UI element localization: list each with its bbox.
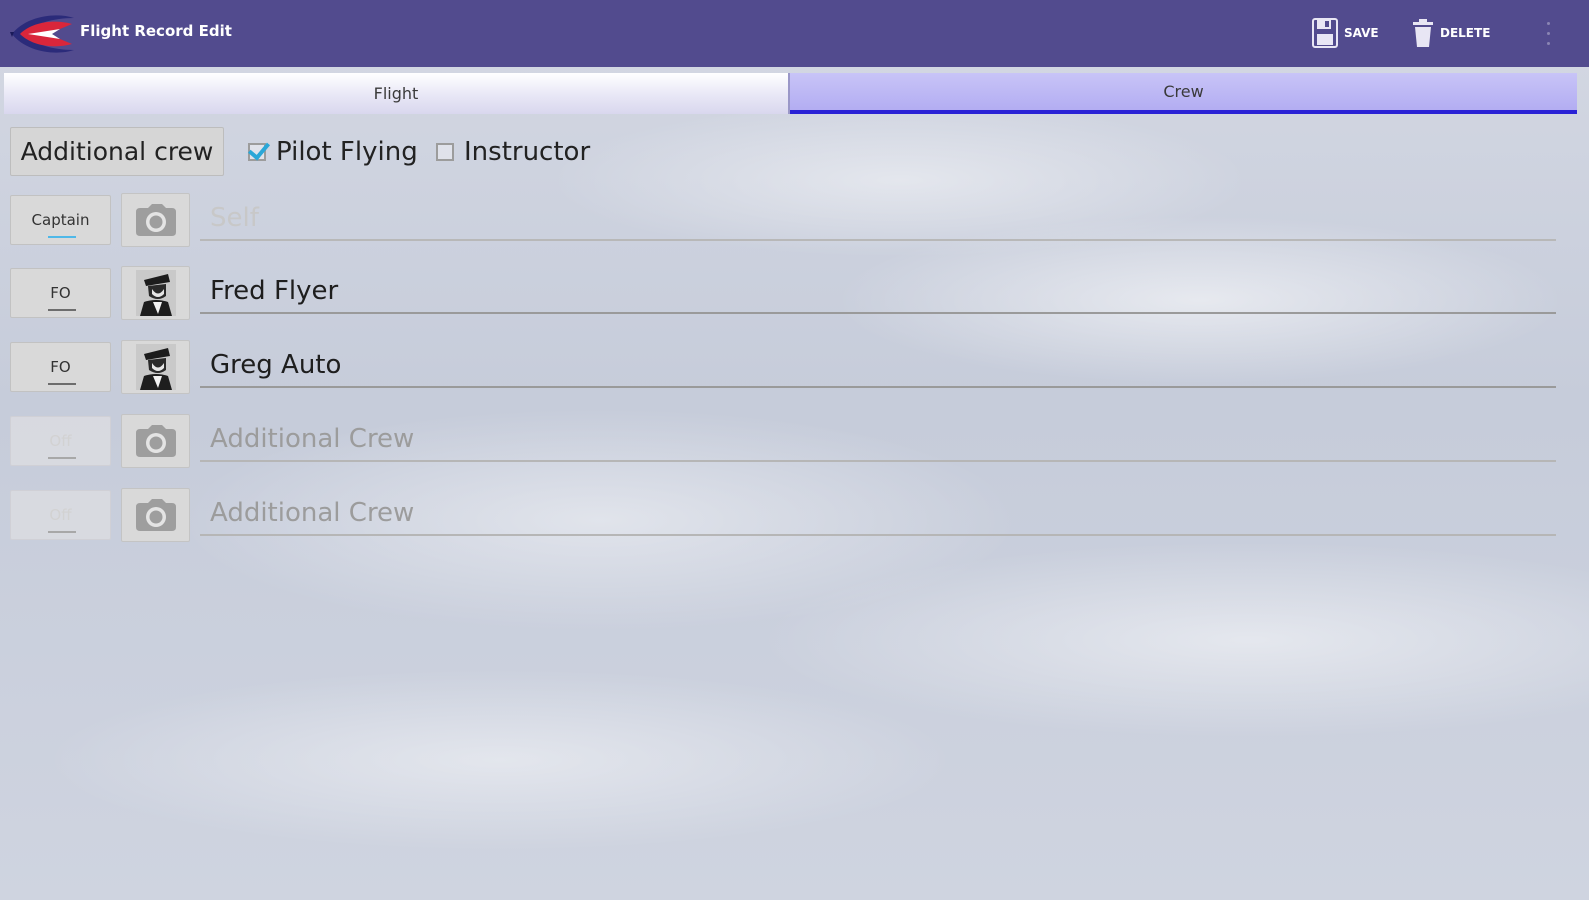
tab-crew[interactable]: Crew <box>790 73 1577 114</box>
crew-name-field[interactable]: Additional Crew <box>200 418 1556 462</box>
save-button[interactable]: SAVE <box>1312 16 1379 50</box>
crew-photo-button[interactable] <box>121 266 190 320</box>
role-label: FO <box>50 358 71 376</box>
toggle-indicator <box>48 309 76 311</box>
crew-photo-button[interactable] <box>121 414 190 468</box>
app-logo-icon[interactable] <box>8 10 78 56</box>
save-label: SAVE <box>1344 26 1379 40</box>
crew-photo-button[interactable] <box>121 340 190 394</box>
instructor-label: Instructor <box>464 137 591 167</box>
instructor-checkbox[interactable]: Instructor <box>436 135 590 169</box>
overflow-menu-icon[interactable] <box>1540 18 1556 48</box>
action-bar: Flight Record Edit SAVE DELETE <box>0 0 1589 67</box>
checkbox-unchecked-icon <box>436 143 454 161</box>
crew-row: FO Fred Flyer <box>10 266 1570 320</box>
tab-bar: Flight Crew <box>0 67 1589 115</box>
crew-name-field[interactable]: Fred Flyer <box>200 270 1556 314</box>
role-toggle-button[interactable]: FO <box>10 342 111 392</box>
crew-row: Captain Self <box>10 193 1570 247</box>
crew-name-field[interactable]: Greg Auto <box>200 344 1556 388</box>
role-toggle-button[interactable]: Off <box>10 416 111 466</box>
role-label: Off <box>49 432 72 450</box>
toggle-indicator <box>48 236 76 238</box>
camera-icon <box>135 499 176 531</box>
pilot-portrait-icon <box>135 270 176 316</box>
tab-flight[interactable]: Flight <box>4 73 790 114</box>
camera-icon <box>135 204 176 236</box>
crew-row: Off Additional Crew <box>10 414 1570 468</box>
camera-icon <box>135 425 176 457</box>
crew-name-placeholder: Self <box>210 203 259 233</box>
toggle-indicator <box>48 457 76 459</box>
crew-name-placeholder: Additional Crew <box>210 498 415 528</box>
role-toggle-button[interactable]: FO <box>10 268 111 318</box>
additional-crew-button[interactable]: Additional crew <box>10 127 224 176</box>
crew-row: Off Additional Crew <box>10 488 1570 542</box>
delete-button[interactable]: DELETE <box>1412 16 1490 50</box>
role-label: Captain <box>31 211 90 229</box>
crew-name-field[interactable]: Self <box>200 197 1556 241</box>
crew-photo-button[interactable] <box>121 488 190 542</box>
checkbox-checked-icon <box>248 143 266 161</box>
crew-photo-button[interactable] <box>121 193 190 247</box>
crew-name-value: Fred Flyer <box>210 276 339 306</box>
trash-icon <box>1413 19 1433 47</box>
toggle-indicator <box>48 531 76 533</box>
app-title: Flight Record Edit <box>80 22 232 40</box>
role-label: FO <box>50 284 71 302</box>
save-icon <box>1312 18 1338 48</box>
role-toggle-button[interactable]: Off <box>10 490 111 540</box>
pilot-flying-checkbox[interactable]: Pilot Flying <box>248 135 418 169</box>
toggle-indicator <box>48 383 76 385</box>
pilot-portrait-icon <box>135 344 176 390</box>
crew-name-field[interactable]: Additional Crew <box>200 492 1556 536</box>
tab-flight-label: Flight <box>373 84 419 103</box>
delete-label: DELETE <box>1440 26 1491 40</box>
crew-name-value: Greg Auto <box>210 350 342 380</box>
crew-name-placeholder: Additional Crew <box>210 424 415 454</box>
pilot-flying-label: Pilot Flying <box>276 137 418 167</box>
role-toggle-button[interactable]: Captain <box>10 195 111 245</box>
crew-row: FO Greg Auto <box>10 340 1570 394</box>
tab-crew-label: Crew <box>1163 82 1204 101</box>
role-label: Off <box>49 506 72 524</box>
